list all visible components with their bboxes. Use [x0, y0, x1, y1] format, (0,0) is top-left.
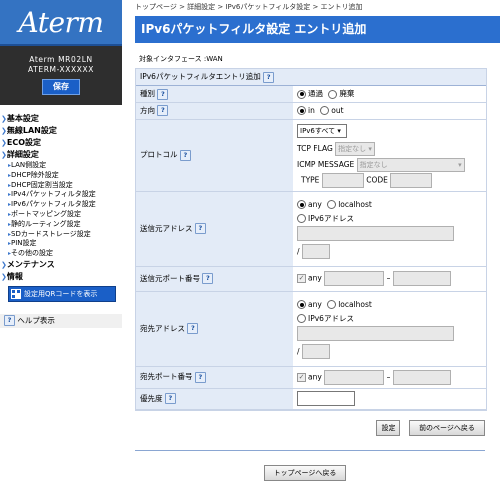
row-protocol: プロトコル ? IPv6すべて ▾ TCP FLAG 指定なし ▾ ICMP M… [136, 119, 486, 192]
tcp-flag-select[interactable]: 指定なし ▾ [335, 141, 376, 156]
dst-any-radio[interactable] [297, 300, 306, 309]
nav-sub-item[interactable]: ▸PIN設定 [0, 239, 122, 249]
help-icon[interactable]: ? [157, 88, 169, 100]
help-icon[interactable]: ? [194, 223, 206, 235]
nav-sub-item[interactable]: ▸ポートマッピング設定 [0, 210, 122, 220]
direction-label: 方向 ? [136, 102, 293, 120]
row-priority: 優先度 ? [136, 388, 486, 410]
nav-eco-settings[interactable]: ❯ECO設定 [0, 137, 122, 149]
nav-sub-item[interactable]: ▸DHCP固定割当設定 [0, 181, 122, 191]
nav-detail-settings[interactable]: ❯詳細設定 [0, 149, 122, 161]
row-dst-port: 宛先ポート番号 ? ✓ any – [136, 366, 486, 389]
help-icon[interactable]: ? [202, 273, 214, 285]
help-icon: ? [4, 315, 15, 327]
dst-port-to-input[interactable] [392, 369, 451, 385]
src-port-from-input[interactable] [324, 271, 385, 286]
src-any-radio[interactable] [297, 200, 306, 209]
nav-maintenance[interactable]: ❯メンテナンス [0, 259, 122, 271]
aterm-logo: Aterm [0, 0, 122, 46]
dst-ipv6-input[interactable] [297, 325, 454, 341]
top-page-button[interactable]: トップページへ戻る [264, 464, 346, 481]
set-button[interactable]: 設定 [376, 419, 401, 436]
divider [135, 449, 485, 451]
src-address-label: 送信元アドレス ? [136, 191, 293, 267]
help-icon[interactable]: ? [179, 149, 191, 161]
save-button[interactable]: 保存 [42, 79, 80, 95]
src-port-label: 送信元ポート番号 ? [136, 266, 293, 292]
direction-out-radio[interactable] [320, 106, 330, 116]
nav-sub-item[interactable]: ▸IPv4パケットフィルタ設定 [0, 190, 122, 200]
src-port-to-input[interactable] [392, 271, 451, 286]
help-icon[interactable]: ? [164, 393, 176, 405]
dst-ipv6-radio[interactable] [297, 314, 306, 323]
help-icon[interactable]: ? [263, 71, 275, 83]
src-ipv6-radio[interactable] [297, 214, 306, 223]
page-title: IPv6パケットフィルタ設定 エントリ追加 [135, 16, 500, 43]
help-icon[interactable]: ? [194, 371, 206, 383]
nav-sub-item[interactable]: ▸静的ルーティング設定 [0, 220, 122, 230]
filter-form-table: 種別 ? 通過 廃棄 方向 ? in out プロトコル ? IPv6すべて ▾… [136, 86, 486, 410]
qr-code-icon [11, 288, 21, 299]
nav-sub-item[interactable]: ▸その他の設定 [0, 249, 122, 259]
type-discard-radio[interactable] [328, 89, 338, 99]
nav-sub-item[interactable]: ▸SDカードストレージ設定 [0, 230, 122, 240]
form-section: IPv6パケットフィルタエントリ追加 ? 種別 ? 通過 廃棄 方向 ? in … [135, 68, 487, 411]
src-prefix-input[interactable] [301, 244, 330, 259]
priority-label: 優先度 ? [136, 388, 293, 410]
icmp-code-input[interactable] [390, 172, 433, 188]
side-nav: ❯基本設定 ❯無線LAN設定 ❯ECO設定 ❯詳細設定 ▸LAN側設定 ▸DHC… [0, 105, 122, 302]
logo-text: Aterm [18, 5, 105, 39]
src-localhost-radio[interactable] [327, 200, 337, 209]
type-pass-radio[interactable] [297, 89, 306, 99]
nav-info[interactable]: ❯情報 [0, 271, 122, 283]
dst-localhost-radio[interactable] [327, 300, 337, 309]
row-direction: 方向 ? in out [136, 102, 486, 120]
dst-prefix-input[interactable] [301, 344, 330, 359]
dst-port-any-checkbox[interactable]: ✓ [297, 372, 306, 382]
nav-wlan-settings[interactable]: ❯無線LAN設定 [0, 125, 122, 137]
nav-sub-item[interactable]: ▸LAN側設定 [0, 161, 122, 171]
src-ipv6-input[interactable] [297, 225, 454, 241]
target-interface: 対象インタフェース :WAN [139, 55, 223, 63]
icmp-message-select[interactable]: 指定なし ▾ [356, 157, 465, 172]
protocol-label: プロトコル ? [136, 119, 293, 192]
model-name: Aterm MR02LN [29, 55, 93, 64]
src-port-any-checkbox[interactable]: ✓ [297, 274, 306, 283]
nav-basic-settings[interactable]: ❯基本設定 [0, 113, 122, 125]
section-title: IPv6パケットフィルタエントリ追加 ? [136, 69, 486, 86]
help-toggle[interactable]: ? ヘルプ表示 [0, 313, 122, 328]
row-type: 種別 ? 通過 廃棄 [136, 86, 486, 103]
nav-sub-item[interactable]: ▸DHCP除外設定 [0, 171, 122, 181]
model-info-box: Aterm MR02LN ATERM-XXXXXX 保存 [0, 46, 122, 105]
nav-sub-item-current[interactable]: ▸IPv6パケットフィルタ設定 [0, 200, 122, 210]
type-label: 種別 ? [136, 86, 293, 103]
help-label: ヘルプ表示 [17, 315, 55, 325]
row-src-address: 送信元アドレス ? any localhost IPv6アドレス / [136, 191, 486, 267]
dst-port-label: 宛先ポート番号 ? [136, 366, 293, 389]
sidebar: Aterm Aterm MR02LN ATERM-XXXXXX 保存 ❯基本設定… [0, 0, 122, 492]
dst-address-label: 宛先アドレス ? [136, 291, 293, 367]
protocol-select[interactable]: IPv6すべて ▾ [297, 123, 347, 138]
qr-code-button[interactable]: 設定用QRコードを表示 [8, 285, 116, 302]
icmp-type-input[interactable] [321, 172, 364, 188]
row-dst-address: 宛先アドレス ? any localhost IPv6アドレス / [136, 291, 486, 367]
breadcrumb: トップページ > 詳細設定 > IPv6パケットフィルタ設定 > エントリ追加 [135, 3, 363, 11]
main-content: トップページ > 詳細設定 > IPv6パケットフィルタ設定 > エントリ追加 … [135, 0, 500, 481]
priority-input[interactable] [297, 391, 355, 406]
back-button[interactable]: 前のページへ戻る [409, 419, 485, 436]
dst-port-from-input[interactable] [324, 369, 385, 385]
action-buttons: 設定 前のページへ戻る [135, 419, 485, 436]
device-name: ATERM-XXXXXX [28, 65, 94, 74]
row-src-port: 送信元ポート番号 ? ✓ any – [136, 266, 486, 292]
direction-in-radio[interactable] [297, 106, 306, 116]
help-icon[interactable]: ? [157, 105, 169, 117]
help-icon[interactable]: ? [187, 323, 199, 335]
